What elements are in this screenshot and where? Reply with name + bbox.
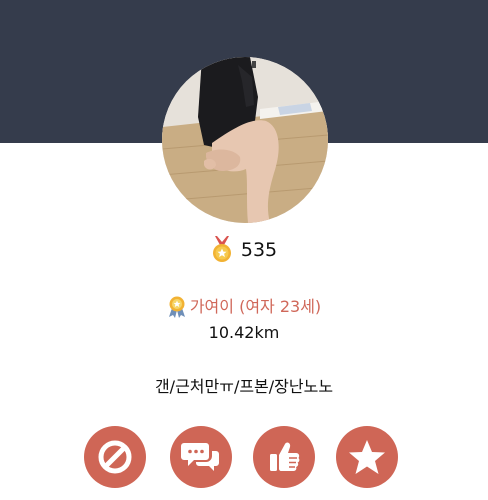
block-icon — [98, 440, 132, 474]
chat-button[interactable] — [170, 426, 232, 488]
profile-avatar[interactable] — [162, 57, 328, 223]
medal-icon — [212, 236, 231, 262]
thumbs-up-icon — [270, 442, 300, 471]
profile-bio: 갠/근처만ㅠ/프본/장난노노 — [154, 377, 334, 396]
distance-text: 10.42km — [208, 323, 280, 342]
chat-bubbles-icon — [181, 443, 219, 471]
profile-name-age: 가여이 (여자 23세) — [189, 297, 322, 316]
like-button[interactable] — [253, 426, 315, 488]
points-row: 535 — [0, 236, 488, 264]
block-button[interactable] — [84, 426, 146, 488]
name-row: 가여이 (여자 23세) — [0, 296, 488, 318]
star-icon — [349, 440, 385, 474]
profile-screen: 535 가여이 (여자 23세) 10.42km 갠/근처만ㅠ/프본/장난노노 — [0, 0, 488, 500]
avatar-photo — [162, 57, 328, 223]
points-value: 535 — [240, 239, 278, 261]
favorite-button[interactable] — [336, 426, 398, 488]
action-bar — [0, 426, 488, 490]
badge-icon — [168, 296, 185, 318]
